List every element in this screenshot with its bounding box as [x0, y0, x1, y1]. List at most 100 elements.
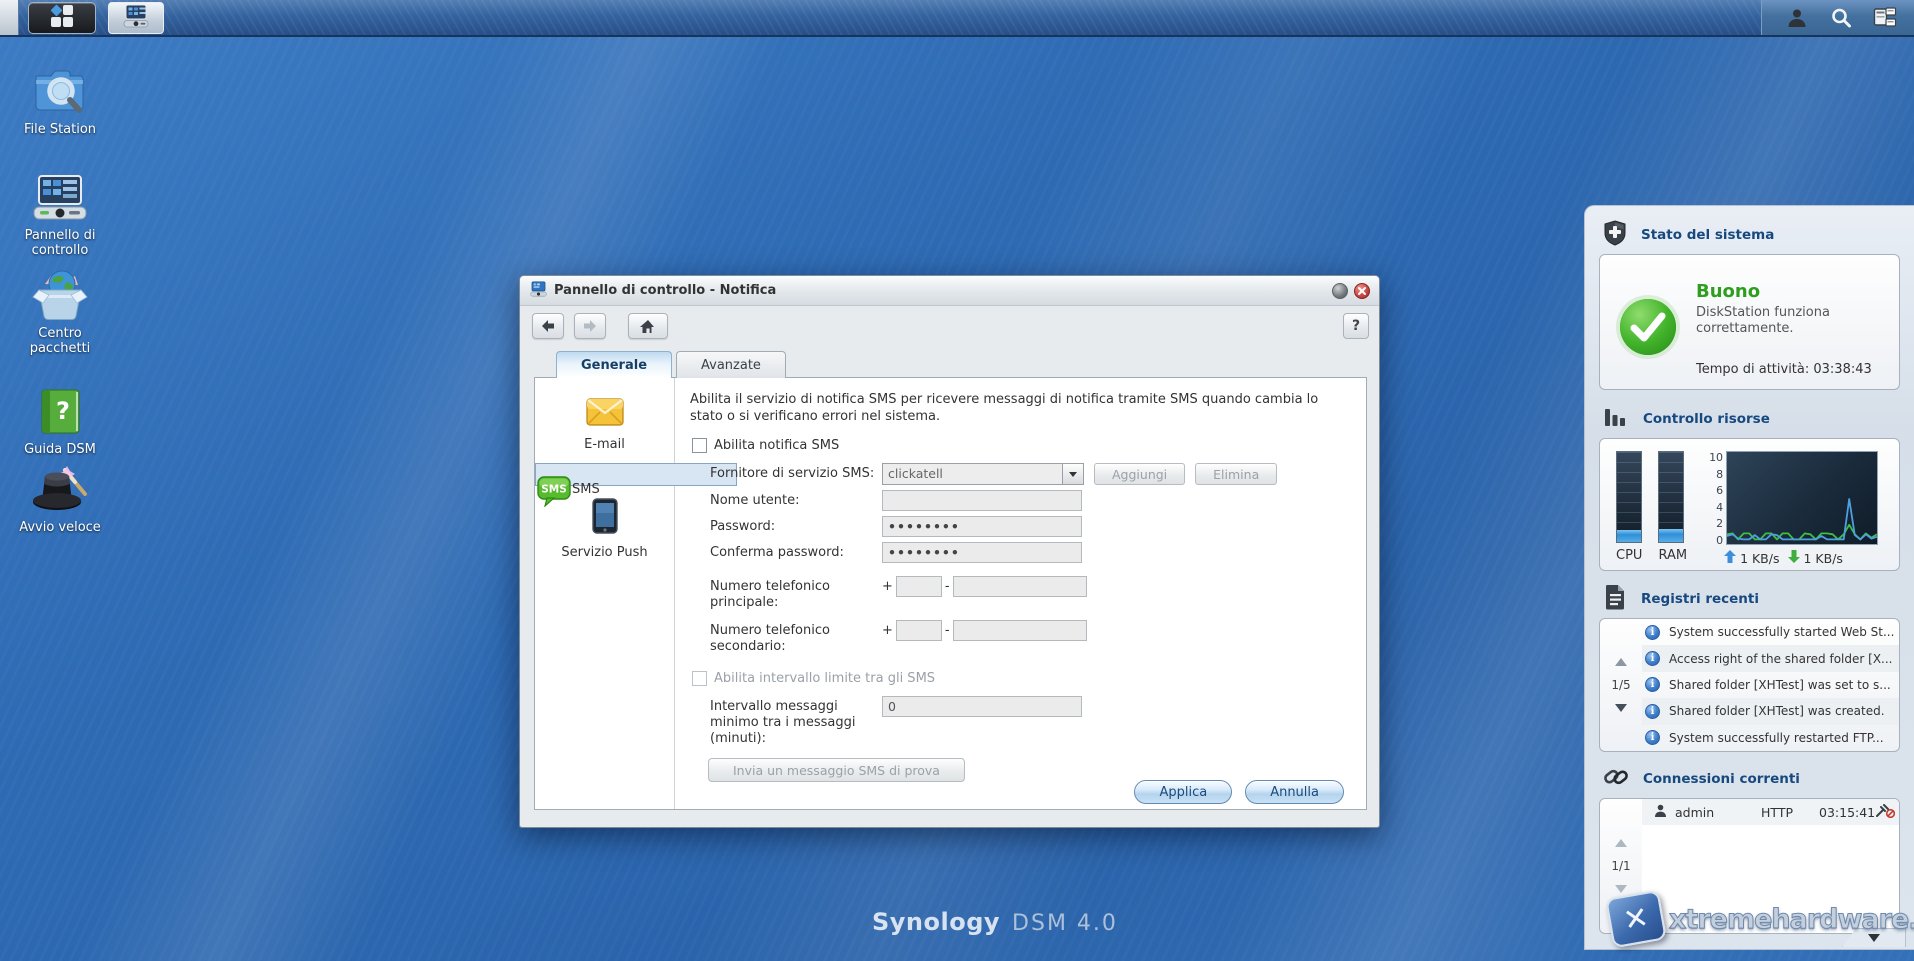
- info-icon: i: [1645, 730, 1660, 746]
- main-menu-button[interactable]: [28, 1, 96, 34]
- desktop-icon-dsm-help[interactable]: ? Guida DSM: [10, 384, 110, 457]
- help-button[interactable]: ?: [1343, 313, 1369, 339]
- quick-start-icon: [10, 462, 110, 514]
- resource-header[interactable]: Controllo risorse: [1585, 406, 1914, 432]
- system-status-header[interactable]: Stato del sistema: [1585, 220, 1914, 248]
- notification-sidebar: E-mail SMS SMS Servizio Push: [535, 378, 737, 809]
- main-menu-grid-icon: [49, 4, 75, 32]
- close-icon: [1358, 287, 1366, 295]
- pilot-view-icon[interactable]: [1872, 5, 1898, 31]
- tab-generale[interactable]: Generale: [556, 351, 673, 379]
- interval-input[interactable]: [882, 696, 1082, 717]
- confirm-password-label: Conferma password:: [710, 545, 844, 560]
- show-desktop-button[interactable]: [0, 0, 19, 35]
- phone-primary-prefix-input[interactable]: [895, 576, 942, 597]
- username-input[interactable]: [882, 490, 1082, 511]
- back-button[interactable]: [532, 313, 564, 339]
- document-icon: [1603, 584, 1627, 614]
- logs-header[interactable]: Registri recenti: [1585, 584, 1914, 614]
- close-button[interactable]: [1354, 283, 1370, 299]
- status-ok-icon: [1614, 293, 1682, 379]
- confirm-password-input[interactable]: [882, 542, 1082, 563]
- desktop-icon-label: File Station: [23, 122, 97, 137]
- desktop-icon-control-panel[interactable]: Pannello di controllo: [10, 170, 110, 258]
- upload-arrow-icon: [1724, 550, 1737, 566]
- interval-checkbox-label: Abilita intervallo limite tra gli SMS: [714, 671, 936, 686]
- search-icon[interactable]: [1828, 5, 1854, 31]
- recent-logs-widget: Registri recenti 1/5 i System successfull…: [1585, 584, 1914, 752]
- link-icon: [1603, 764, 1629, 794]
- log-row[interactable]: i System successfully started Web St...: [1642, 619, 1899, 645]
- sidebar-item-email[interactable]: E-mail: [535, 386, 674, 463]
- status-detail: DiskStation funziona correttamente.: [1696, 305, 1830, 336]
- cpu-gauge[interactable]: CPU: [1616, 451, 1642, 570]
- system-status-widget: Stato del sistema Buono DiskStation funz…: [1585, 220, 1914, 390]
- pager-up-icon[interactable]: [1615, 839, 1627, 847]
- resource-box: CPU RAM 10 8 64 20 1 KB/s 1 KB/s: [1599, 438, 1900, 571]
- tab-content: E-mail SMS SMS Servizio Push Abilita il …: [534, 377, 1367, 810]
- log-row[interactable]: i Shared folder [XHTest] was created.: [1642, 698, 1899, 725]
- phone-secondary-number-input[interactable]: [952, 620, 1087, 641]
- desktop-icon-label: Pannello di controllo: [24, 228, 96, 258]
- phone-secondary-prefix-input[interactable]: [895, 620, 942, 641]
- desktop-icon-quick-start[interactable]: Avvio veloce: [10, 462, 110, 535]
- desktop-icon-package-center[interactable]: Centro pacchetti: [10, 268, 110, 356]
- phone-dash: -: [944, 579, 950, 594]
- send-test-sms-button[interactable]: Invia un messaggio SMS di prova: [708, 758, 965, 782]
- aggiungi-button[interactable]: Aggiungi: [1094, 463, 1186, 485]
- elimina-button[interactable]: Elimina: [1195, 463, 1278, 485]
- home-button[interactable]: [628, 313, 669, 339]
- control-panel-icon: [10, 170, 110, 222]
- desktop-icon-file-station[interactable]: File Station: [10, 64, 110, 137]
- desktop-icon-label: Avvio veloce: [19, 520, 101, 535]
- user-menu-icon[interactable]: [1784, 5, 1810, 31]
- tab-avanzate[interactable]: Avanzate: [676, 351, 786, 378]
- sms-settings-form: Abilita il servizio di notifica SMS per …: [675, 378, 1366, 809]
- window-title: Pannello di controllo - Notifica: [554, 283, 777, 298]
- select-dropdown-button[interactable]: [1062, 464, 1083, 484]
- connections-header[interactable]: Connessioni correnti: [1585, 766, 1914, 792]
- phone-primary-number-input[interactable]: [952, 576, 1087, 597]
- log-row[interactable]: i Shared folder [XHTest] was set to s...: [1642, 672, 1899, 698]
- taskbar-item-control-panel[interactable]: [108, 1, 164, 34]
- upload-rate: 1 KB/s: [1740, 550, 1780, 566]
- cancel-button[interactable]: Annulla: [1245, 780, 1344, 804]
- network-graph[interactable]: 10 8 64 20 1 KB/s 1 KB/s: [1703, 451, 1879, 570]
- connection-row[interactable]: admin HTTP 03:15:41: [1642, 799, 1899, 825]
- minimize-button[interactable]: [1332, 283, 1348, 299]
- log-text: System successfully started Web St...: [1669, 625, 1895, 640]
- window-toolbar: ?: [520, 306, 1379, 344]
- log-row[interactable]: i System successfully restarted FTP...: [1642, 725, 1899, 751]
- brand-text: Synology: [872, 908, 1001, 936]
- system-widget-panel: Stato del sistema Buono DiskStation funz…: [1584, 205, 1914, 950]
- info-icon: i: [1645, 677, 1660, 693]
- push-service-icon: [591, 498, 618, 538]
- password-input[interactable]: [882, 516, 1082, 537]
- provider-label: Fornitore di servizio SMS:: [710, 466, 875, 481]
- pager-up-icon[interactable]: [1615, 658, 1627, 666]
- connections-page-indicator: 1/1: [1611, 859, 1631, 873]
- enable-sms-label: Abilita notifica SMS: [714, 438, 840, 453]
- provider-select[interactable]: clickatell: [882, 463, 1084, 485]
- logs-pager: 1/5: [1600, 619, 1642, 751]
- log-row[interactable]: i Access right of the shared folder [X...: [1642, 645, 1899, 672]
- log-text: Shared folder [XHTest] was set to s...: [1669, 677, 1891, 692]
- window-titlebar[interactable]: Pannello di controllo - Notifica: [520, 276, 1379, 306]
- bar-chart-icon: [1603, 405, 1629, 433]
- forward-icon: [584, 320, 597, 332]
- dsm-logo: Synology DSM 4.0: [872, 908, 1118, 936]
- forward-button[interactable]: [574, 313, 607, 339]
- download-arrow-icon: [1787, 550, 1800, 566]
- chevron-down-icon: [1069, 471, 1077, 481]
- connection-user: admin: [1675, 804, 1715, 820]
- connection-time: 03:15:41: [1819, 804, 1876, 820]
- enable-sms-checkbox[interactable]: [692, 438, 707, 453]
- pager-down-icon[interactable]: [1615, 704, 1627, 712]
- disconnect-icon[interactable]: [1875, 803, 1896, 821]
- apply-button[interactable]: Applica: [1134, 780, 1233, 804]
- svg-text:?: ?: [56, 397, 70, 425]
- interval-limit-checkbox[interactable]: [692, 671, 707, 686]
- system-status-box: Buono DiskStation funziona correttamente…: [1599, 254, 1900, 390]
- ram-gauge[interactable]: RAM: [1658, 451, 1687, 570]
- pager-down-icon[interactable]: [1615, 885, 1627, 893]
